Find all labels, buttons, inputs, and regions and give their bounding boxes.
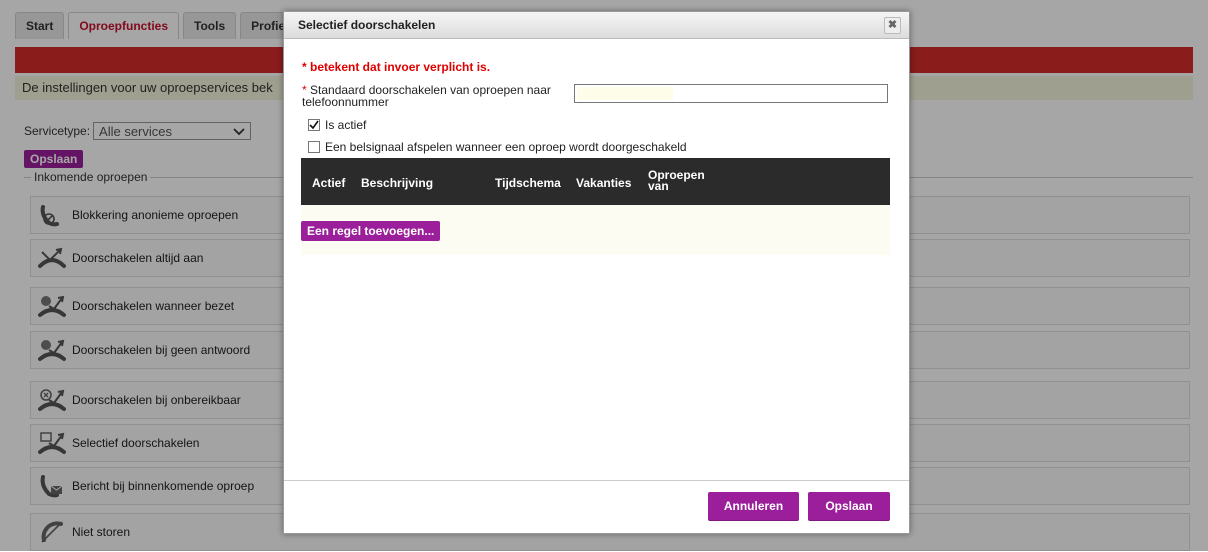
column-header-actief: Actief [312, 176, 346, 190]
is-active-checkbox[interactable] [308, 119, 320, 131]
save-button[interactable]: Opslaan [808, 492, 890, 521]
ring-signal-label: Een belsignaal afspelen wanneer een opro… [325, 140, 687, 154]
selective-forwarding-dialog: Selectief doorschakelen ✖ * betekent dat… [283, 11, 910, 534]
is-active-row: Is actief [308, 118, 366, 132]
column-header-tijdschema: Tijdschema [495, 176, 561, 190]
column-header-oproepen-van: Oproepen van [648, 168, 705, 193]
phone-input-autofill [577, 87, 673, 100]
dialog-title: Selectief doorschakelen [298, 18, 436, 32]
dialog-footer-divider [284, 480, 909, 481]
phone-label-text: Standaard doorschakelen van oproepen naa… [302, 83, 551, 109]
is-active-label: Is actief [325, 118, 367, 132]
cancel-button[interactable]: Annuleren [708, 492, 799, 521]
phone-number-input[interactable] [574, 84, 888, 103]
dialog-title-bar: Selectief doorschakelen ✖ [284, 12, 909, 39]
add-rule-button[interactable]: Een regel toevoegen... [301, 221, 441, 241]
rules-table-header: Actief Beschrijving Tijdschema Vakanties… [301, 158, 890, 205]
column-header-vakanties: Vakanties [576, 176, 632, 190]
close-icon[interactable]: ✖ [884, 17, 901, 34]
ring-signal-checkbox[interactable] [308, 141, 320, 153]
required-note: * betekent dat invoer verplicht is. [302, 60, 491, 74]
ring-signal-row: Een belsignaal afspelen wanneer een opro… [308, 140, 687, 154]
column-header-beschrijving: Beschrijving [361, 176, 434, 190]
phone-label: * Standaard doorschakelen van oproepen n… [302, 84, 567, 108]
